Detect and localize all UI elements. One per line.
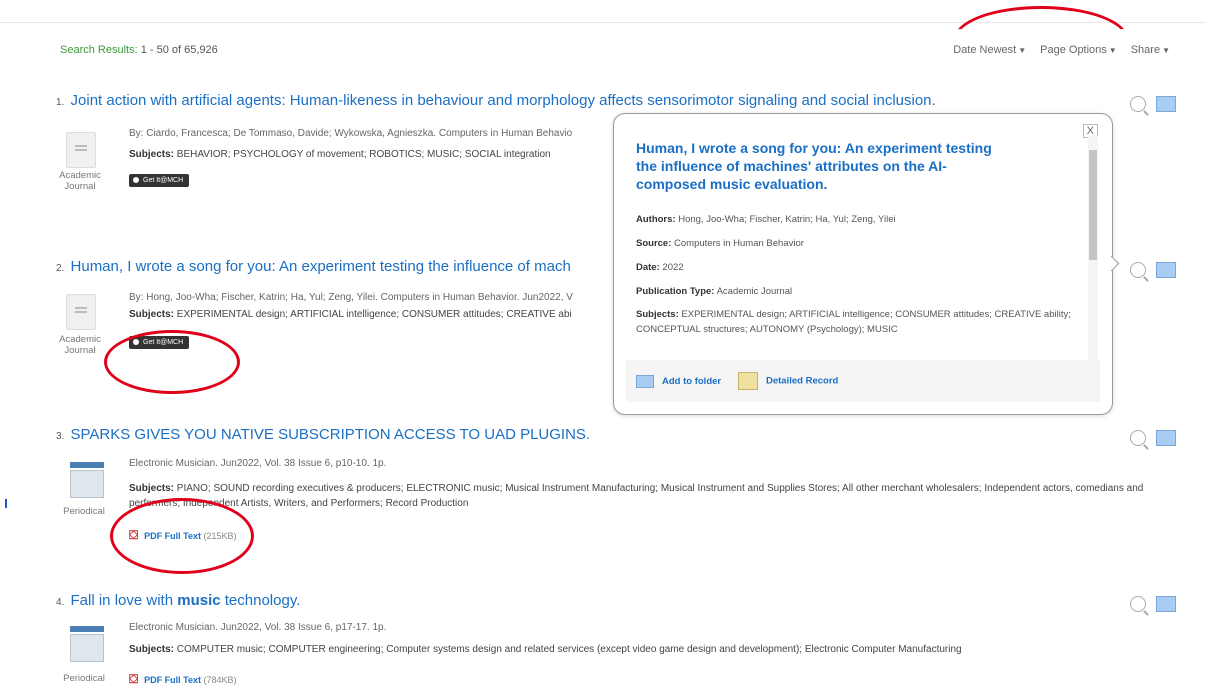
sort-dropdown[interactable]: Date Newest ▼ bbox=[953, 44, 1026, 56]
annotation-circle bbox=[954, 6, 1128, 30]
result-index: 1. bbox=[56, 97, 65, 108]
result-meta: By: Hong, Joo-Wha; Fischer, Katrin; Ha, … bbox=[129, 292, 573, 303]
add-folder-icon[interactable] bbox=[1156, 96, 1176, 112]
result-meta: Electronic Musician. Jun2022, Vol. 38 Is… bbox=[129, 458, 387, 469]
result-meta: Electronic Musician. Jun2022, Vol. 38 Is… bbox=[129, 622, 387, 633]
source-value: Computers in Human Behavior bbox=[674, 238, 804, 249]
authors-label: Authors: bbox=[636, 214, 676, 225]
publication-type-label: Periodical bbox=[63, 673, 105, 684]
popup-title-link[interactable]: Human, I wrote a song for you: An experi… bbox=[636, 139, 1016, 193]
share-label: Share bbox=[1130, 44, 1161, 56]
result-title-text: Human, I wrote a song for you: An experi… bbox=[70, 258, 571, 275]
preview-magnifier-icon[interactable] bbox=[1130, 96, 1146, 112]
detailed-record-link[interactable]: Detailed Record bbox=[738, 372, 838, 390]
subjects-label: Subjects: bbox=[129, 483, 175, 494]
left-edge-marker bbox=[5, 499, 7, 508]
search-results-count: Search Results: 1 - 50 of 65,926 bbox=[60, 44, 218, 56]
publication-type-label: Academic Journal bbox=[59, 170, 101, 192]
pdf-full-text-link[interactable]: ⛋ PDF Full Text (784KB) bbox=[129, 672, 237, 687]
add-to-folder-link[interactable]: Add to folder bbox=[636, 375, 721, 388]
result-title-text: SPARKS GIVES YOU NATIVE SUBSCRIPTION ACC… bbox=[70, 426, 591, 443]
results-range: 1 - 50 of 65,926 bbox=[140, 44, 218, 56]
result-index: 4. bbox=[56, 597, 65, 608]
result-title-text: Fall in love with bbox=[70, 592, 178, 609]
sort-label: Date Newest bbox=[953, 44, 1017, 56]
source-label: Source: bbox=[636, 238, 672, 249]
preview-magnifier-icon[interactable] bbox=[1130, 430, 1146, 446]
caret-down-icon: ▼ bbox=[1018, 46, 1027, 55]
result-title-link[interactable]: 2. Human, I wrote a song for you: An exp… bbox=[56, 258, 571, 275]
pubtype-value: Academic Journal bbox=[716, 286, 793, 297]
share-dropdown[interactable]: Share ▼ bbox=[1131, 44, 1170, 56]
pdf-icon: ⛋ bbox=[129, 672, 139, 686]
caret-down-icon: ▼ bbox=[1162, 46, 1170, 55]
pdf-label: PDF Full Text bbox=[144, 675, 201, 685]
page-options-label: Page Options bbox=[1040, 44, 1107, 56]
record-icon bbox=[738, 372, 758, 390]
preview-magnifier-icon[interactable] bbox=[1130, 262, 1146, 278]
results-toolbar: Date Newest ▼ Page Options ▼ Share ▼ bbox=[953, 44, 1170, 56]
result-title-link[interactable]: 3. SPARKS GIVES YOU NATIVE SUBSCRIPTION … bbox=[56, 426, 590, 443]
result-meta: By: Ciardo, Francesca; De Tommaso, David… bbox=[129, 128, 573, 139]
pubtype-label: Publication Type: bbox=[636, 286, 715, 297]
pdf-size: (784KB) bbox=[203, 675, 237, 685]
date-label: Date: bbox=[636, 262, 660, 273]
add-folder-icon[interactable] bbox=[1156, 596, 1176, 612]
subjects-label: Subjects: bbox=[129, 309, 175, 320]
annotation-circle bbox=[104, 330, 240, 394]
result-item: 4. Fall in love with music technology. P… bbox=[56, 592, 1176, 688]
subjects-text: COMPUTER music; COMPUTER engineering; Co… bbox=[176, 644, 962, 655]
popup-footer: Add to folder Detailed Record bbox=[626, 360, 1100, 402]
folder-icon bbox=[636, 375, 654, 388]
date-value: 2022 bbox=[662, 262, 684, 273]
periodical-icon bbox=[70, 462, 106, 498]
subjects-text: EXPERIMENTAL design; ARTIFICIAL intellig… bbox=[176, 309, 572, 320]
subjects-text: BEHAVIOR; PSYCHOLOGY of movement; ROBOTI… bbox=[176, 149, 551, 160]
result-index: 2. bbox=[56, 263, 65, 274]
record-preview-popup: X Human, I wrote a song for you: An expe… bbox=[613, 113, 1113, 415]
publication-type-label: Periodical bbox=[63, 506, 105, 517]
subjects-label: Subjects: bbox=[129, 149, 175, 160]
popup-scroll-thumb[interactable] bbox=[1089, 150, 1097, 260]
publication-type-label: Academic Journal bbox=[59, 334, 101, 356]
academic-journal-icon bbox=[66, 132, 96, 168]
add-to-folder-label: Add to folder bbox=[662, 376, 722, 388]
results-label: Search Results: bbox=[60, 44, 138, 56]
result-index: 3. bbox=[56, 431, 65, 442]
result-title-link[interactable]: 4. Fall in love with music technology. bbox=[56, 592, 300, 609]
authors-value: Hong, Joo-Wha; Fischer, Katrin; Ha, Yul;… bbox=[678, 214, 896, 225]
page-options-dropdown[interactable]: Page Options ▼ bbox=[1040, 44, 1117, 56]
detailed-record-label: Detailed Record bbox=[766, 375, 839, 387]
result-title-text: technology. bbox=[220, 592, 301, 609]
add-folder-icon[interactable] bbox=[1156, 262, 1176, 278]
annotation-circle bbox=[110, 498, 254, 574]
subjects-value: EXPERIMENTAL design; ARTIFICIAL intellig… bbox=[636, 309, 1071, 335]
caret-down-icon: ▼ bbox=[1108, 46, 1117, 55]
subjects-text: PIANO; SOUND recording executives & prod… bbox=[129, 483, 1144, 509]
popup-scrollbar[interactable] bbox=[1088, 136, 1098, 366]
periodical-icon bbox=[70, 626, 106, 662]
result-title-text: Joint action with artificial agents: Hum… bbox=[70, 92, 936, 109]
result-title-highlight: music bbox=[177, 592, 221, 609]
subjects-label: Subjects: bbox=[129, 644, 175, 655]
subjects-label: Subjects: bbox=[636, 309, 679, 320]
result-title-link[interactable]: 1. Joint action with artificial agents: … bbox=[56, 92, 936, 109]
get-it-button[interactable]: Get It@MCH bbox=[129, 174, 190, 187]
add-folder-icon[interactable] bbox=[1156, 430, 1176, 446]
academic-journal-icon bbox=[66, 294, 96, 330]
preview-magnifier-icon[interactable] bbox=[1130, 596, 1146, 612]
